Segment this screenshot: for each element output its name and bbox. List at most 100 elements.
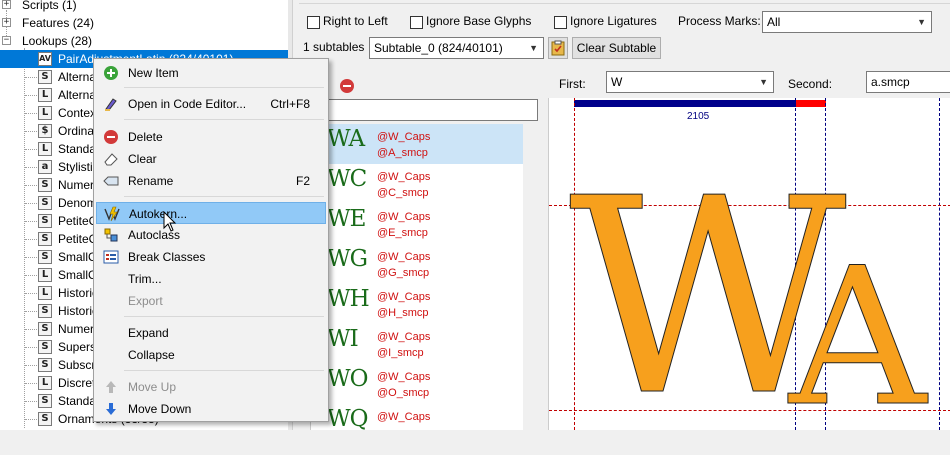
tree-line	[25, 77, 37, 78]
kern-pair-list[interactable]: WA @W_Caps @A_smcp WC @W_Caps @C_smcp WE…	[310, 124, 543, 432]
pair-first-class: @W_Caps	[377, 171, 431, 183]
menu-rename[interactable]: Rename F2	[96, 170, 326, 192]
single-sub-icon: S	[38, 250, 52, 264]
pair-glyph-preview: WG	[327, 246, 368, 272]
tree-line	[25, 185, 37, 186]
single-sub-icon: S	[38, 232, 52, 246]
pair-row-we[interactable]: WE @W_Caps @E_smcp	[311, 204, 523, 244]
second-glyph-select[interactable]: a.smcp	[866, 71, 950, 93]
ignore-ligatures-label[interactable]: Ignore Ligatures	[570, 14, 657, 28]
tree-row-scripts[interactable]: + Scripts (1)	[0, 0, 292, 14]
clear-subtable-button[interactable]: Clear Subtable	[572, 37, 661, 59]
single-sub-icon: S	[38, 196, 52, 210]
menu-expand[interactable]: Expand	[96, 322, 326, 344]
menu-collapse[interactable]: Collapse	[96, 344, 326, 366]
single-sub-icon: S	[38, 412, 52, 426]
pair-row-wc[interactable]: WC @W_Caps @C_smcp	[311, 164, 523, 204]
rename-icon	[103, 176, 119, 186]
menu-trim[interactable]: Trim...	[96, 268, 326, 290]
pair-row-wh[interactable]: WH @W_Caps @H_smcp	[311, 284, 523, 324]
autokern-icon	[104, 206, 120, 222]
pair-glyph-preview: WA	[327, 126, 365, 152]
clipboard-icon	[551, 40, 565, 56]
tree-line	[25, 365, 37, 366]
second-glyph-label: Second:	[788, 77, 833, 91]
kern-pair-panel: WA @W_Caps @A_smcp WC @W_Caps @C_smcp WE…	[310, 66, 543, 432]
menu-label: Autokern...	[129, 207, 188, 221]
pair-second-class: @E_smcp	[377, 227, 428, 239]
tree-row-lookups[interactable]: − Lookups (28)	[0, 32, 292, 50]
pair-row-wg[interactable]: WG @W_Caps @G_smcp	[311, 244, 523, 284]
collapse-icon[interactable]: −	[2, 36, 11, 45]
subtable-select[interactable]: Subtable_0 (824/40101) ▼	[369, 37, 544, 59]
menu-label: Export	[128, 294, 163, 308]
ignore-base-glyphs-label[interactable]: Ignore Base Glyphs	[426, 14, 531, 28]
menu-autoclass[interactable]: Autoclass	[96, 224, 326, 246]
menu-clear[interactable]: Clear	[96, 148, 326, 170]
ligature-sub-icon: L	[38, 88, 52, 102]
chevron-down-icon: ▼	[759, 77, 768, 87]
pair-first-class: @W_Caps	[377, 251, 431, 263]
first-glyph-value: W	[611, 75, 623, 89]
remove-pair-icon[interactable]	[339, 78, 355, 94]
tree-line	[25, 275, 37, 276]
single-sub-icon: S	[38, 70, 52, 84]
menu-label: Move Down	[128, 402, 192, 416]
tree-line	[25, 329, 37, 330]
menu-shortcut: Ctrl+F8	[270, 97, 310, 111]
menu-label: Open in Code Editor...	[128, 97, 247, 111]
pair-first-class: @W_Caps	[377, 291, 431, 303]
right-to-left-checkbox[interactable]	[307, 16, 320, 29]
single-sub-icon: S	[38, 322, 52, 336]
pair-glyph-preview: WO	[327, 366, 368, 392]
subtable-value: Subtable_0 (824/40101)	[374, 41, 503, 55]
first-glyph-label: First:	[559, 77, 586, 91]
process-marks-label: Process Marks:	[678, 14, 761, 28]
autoclass-icon	[104, 228, 118, 242]
pair-list-scrollbar[interactable]	[523, 124, 543, 430]
expand-icon[interactable]: +	[2, 18, 11, 27]
plus-circle-icon	[104, 66, 118, 80]
menu-label: Break Classes	[128, 250, 206, 264]
menu-move-down[interactable]: Move Down	[96, 398, 326, 420]
delete-icon	[104, 130, 118, 144]
first-glyph-select[interactable]: W ▼	[606, 71, 774, 93]
lookup-options-bar: Right to Left Ignore Base Glyphs Ignore …	[299, 0, 950, 62]
pair-filter-input[interactable]	[314, 99, 538, 121]
pair-row-wi[interactable]: WI @W_Caps @I_smcp	[311, 324, 523, 364]
tree-row-features[interactable]: + Features (24)	[0, 14, 292, 32]
alternate-sub-icon: a	[38, 160, 52, 174]
right-to-left-label[interactable]: Right to Left	[323, 14, 388, 28]
pair-first-class: @W_Caps	[377, 131, 431, 143]
menu-separator	[124, 370, 324, 371]
tree-line	[25, 239, 37, 240]
tree-line	[25, 221, 37, 222]
ignore-base-glyphs-checkbox[interactable]	[410, 16, 423, 29]
menu-open-code-editor[interactable]: Open in Code Editor... Ctrl+F8	[96, 93, 326, 115]
pair-row-wo[interactable]: WO @W_Caps @O_smcp	[311, 364, 523, 404]
process-marks-select[interactable]: All ▼	[762, 11, 932, 33]
subtable-properties-button[interactable]	[548, 37, 568, 59]
tree-line	[25, 95, 37, 96]
menu-break-classes[interactable]: Break Classes	[96, 246, 326, 268]
arrow-up-icon	[106, 381, 116, 393]
mouse-cursor-icon	[163, 211, 177, 232]
menu-separator	[124, 119, 324, 120]
ligature-sub-icon: L	[38, 142, 52, 156]
menu-separator	[124, 87, 324, 88]
menu-separator	[124, 196, 324, 197]
tree-line	[25, 311, 37, 312]
pair-second-class: @C_smcp	[377, 187, 429, 199]
pair-row-wq[interactable]: WQ @W_Caps	[311, 404, 523, 444]
expand-icon[interactable]: +	[2, 0, 11, 9]
menu-new-item[interactable]: New Item	[96, 62, 326, 84]
single-sub-icon: S	[38, 358, 52, 372]
menu-delete[interactable]: Delete	[96, 126, 326, 148]
ignore-ligatures-checkbox[interactable]	[554, 16, 567, 29]
pair-glyph-preview: WI	[327, 326, 359, 352]
pair-row-wa[interactable]: WA @W_Caps @A_smcp	[311, 124, 523, 164]
kern-preview-canvas[interactable]: 2105 W A	[548, 98, 950, 433]
menu-autokern[interactable]: Autokern...	[96, 202, 326, 224]
menu-label: Trim...	[128, 272, 162, 286]
tree-line	[25, 257, 37, 258]
